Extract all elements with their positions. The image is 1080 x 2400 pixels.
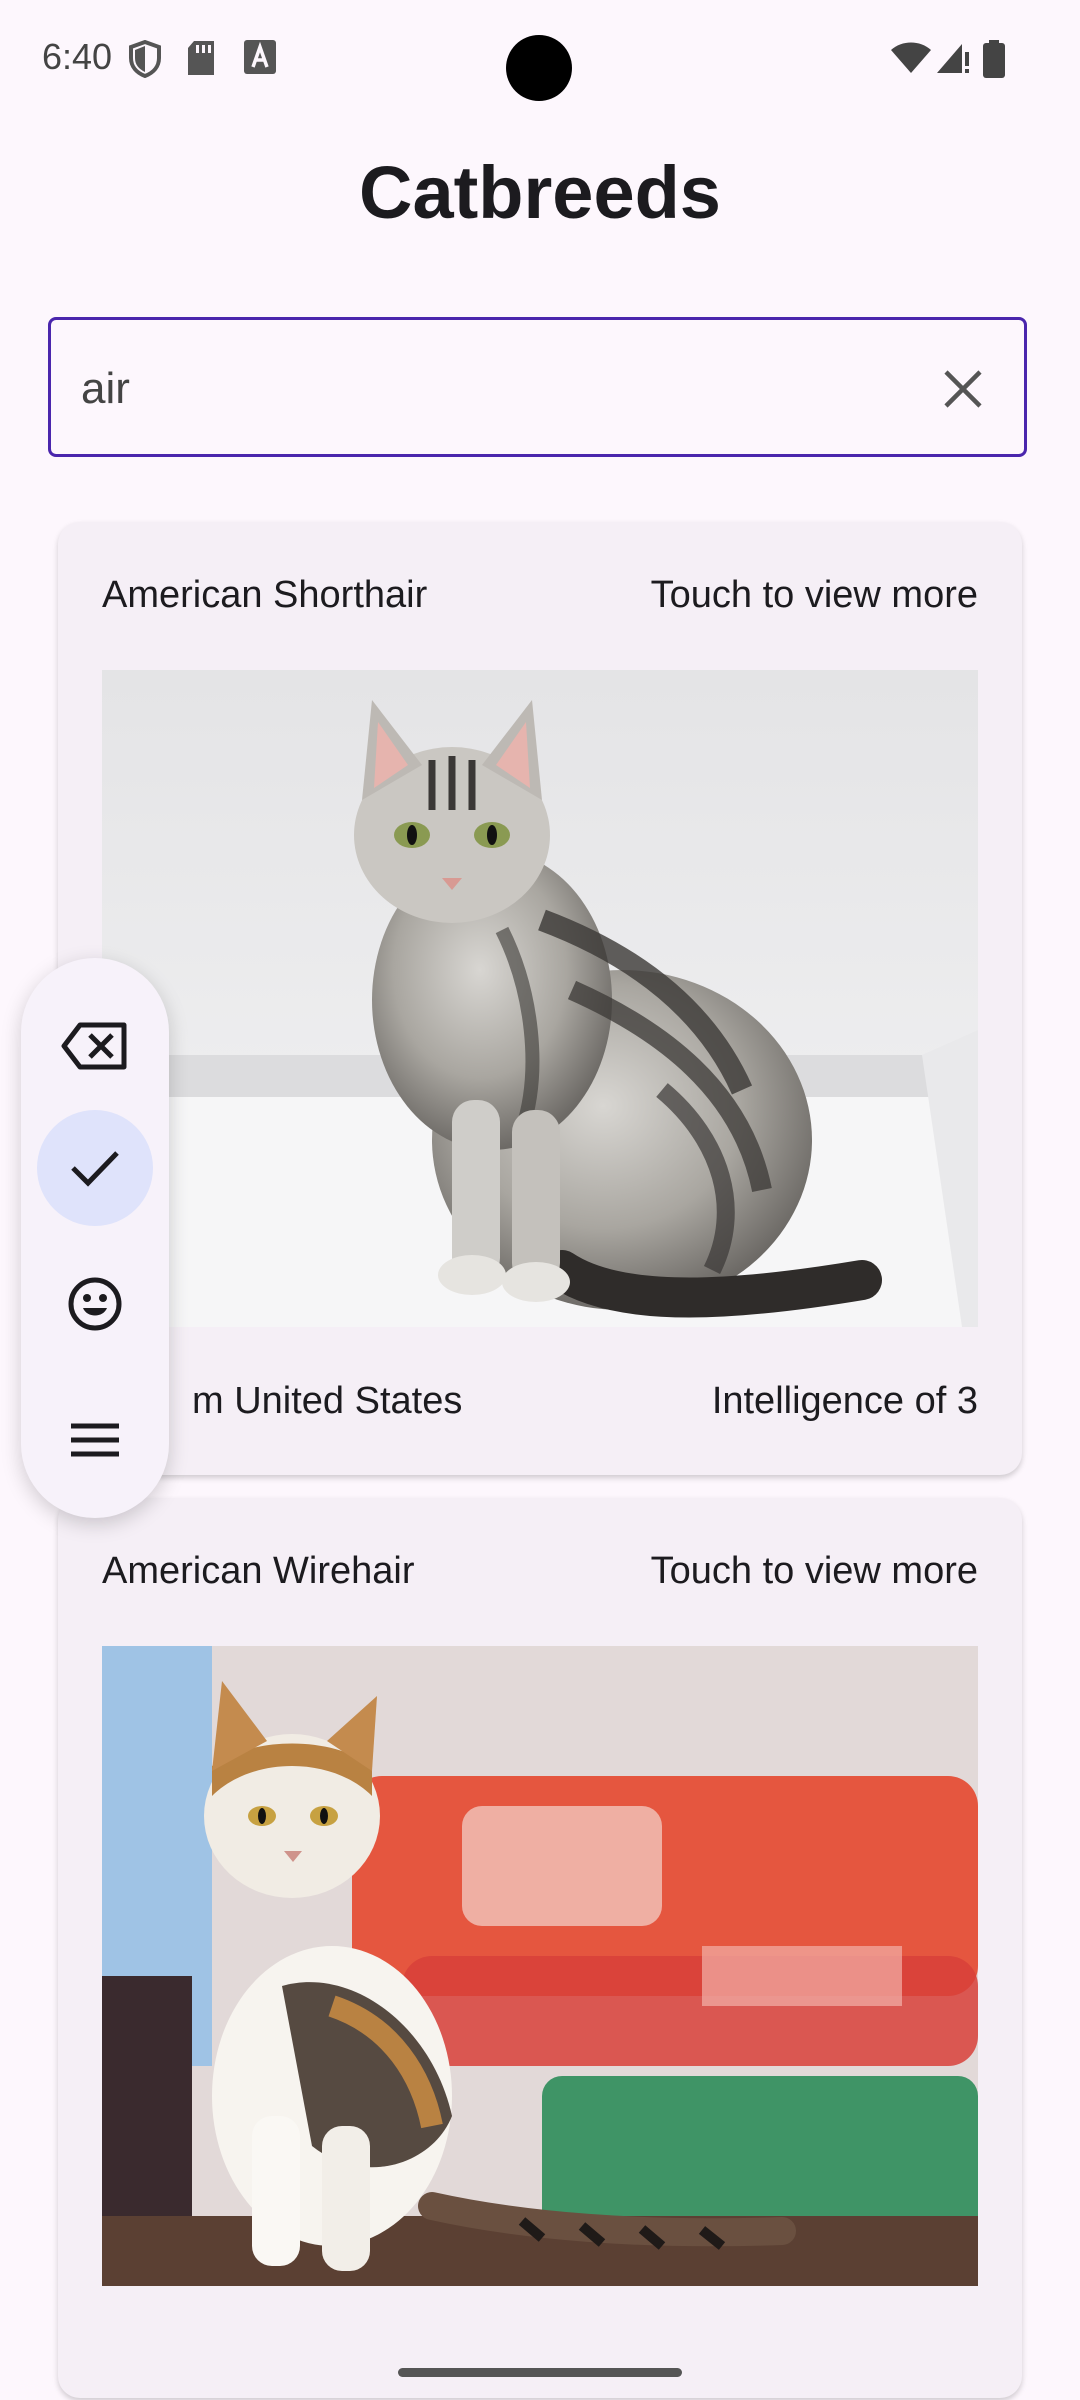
front-camera	[506, 35, 572, 101]
breed-name: American Wirehair	[102, 1550, 415, 1592]
sd-card-icon	[188, 41, 214, 75]
view-more-link[interactable]: Touch to view more	[651, 574, 978, 617]
keyboard-toolbar	[21, 958, 169, 1518]
check-icon	[71, 1151, 119, 1187]
emoji-button[interactable]	[37, 1246, 153, 1362]
battery-icon	[983, 40, 1005, 78]
font-a-icon	[244, 40, 276, 74]
breed-intelligence: Intelligence of 3	[711, 1380, 978, 1422]
search-input[interactable]: air	[48, 317, 1027, 457]
done-button[interactable]	[37, 1110, 153, 1226]
shield-icon	[129, 40, 161, 78]
backspace-icon	[61, 1022, 127, 1070]
wifi-icon	[891, 42, 931, 73]
status-time: 6:40	[42, 36, 113, 77]
breed-card[interactable]: American Shorthair Touch to view more m …	[58, 522, 1022, 1475]
status-bar: 6:40	[0, 0, 1080, 120]
breed-origin: m United States	[192, 1380, 463, 1422]
breed-image	[102, 670, 978, 1327]
menu-icon	[71, 1423, 119, 1457]
menu-button[interactable]	[37, 1382, 153, 1498]
signal-icon	[937, 44, 969, 73]
breed-card[interactable]: American Wirehair Touch to view more	[58, 1498, 1022, 2398]
breed-image	[102, 1646, 978, 2286]
search-input-value[interactable]: air	[81, 364, 130, 414]
close-icon[interactable]	[938, 364, 988, 414]
page-title: Catbreeds	[359, 151, 721, 234]
emoji-icon	[68, 1277, 122, 1331]
home-indicator[interactable]	[398, 2368, 682, 2377]
backspace-button[interactable]	[37, 988, 153, 1104]
breed-name: American Shorthair	[102, 574, 428, 616]
view-more-link[interactable]: Touch to view more	[651, 1550, 978, 1593]
